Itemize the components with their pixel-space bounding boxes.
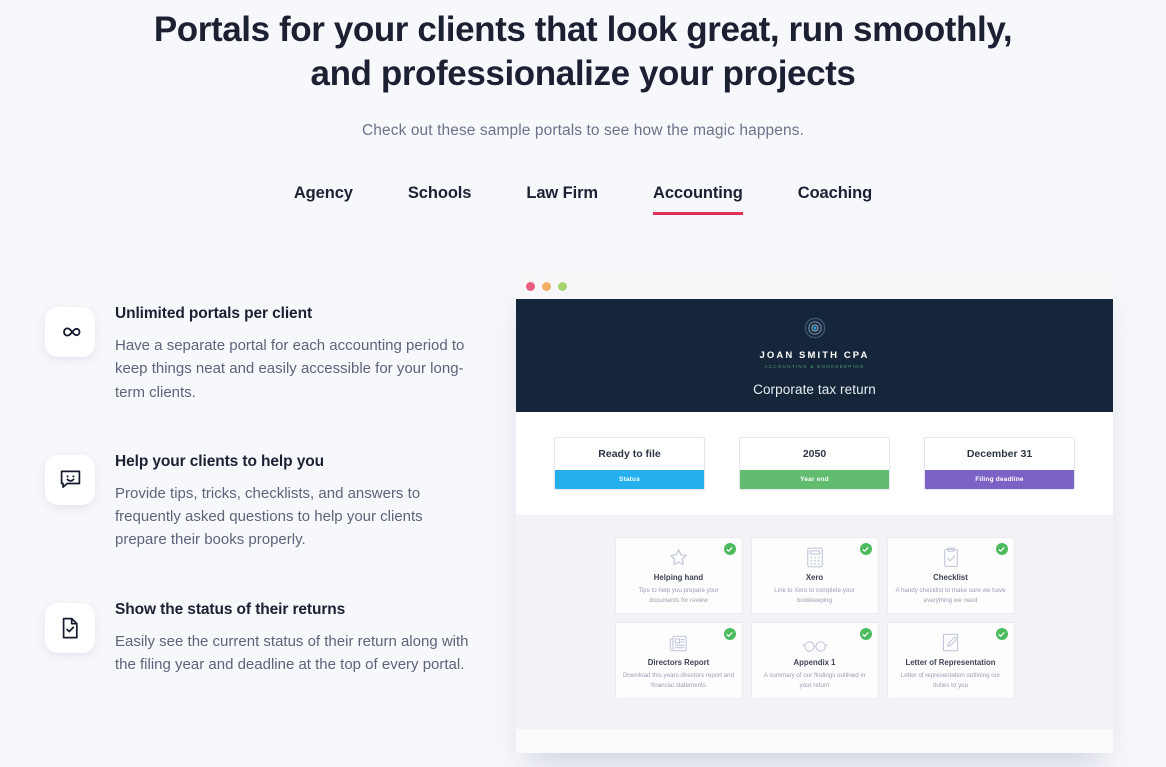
target-circles-icon	[802, 315, 828, 346]
check-circle-icon	[723, 543, 736, 555]
status-card-label: Year end	[740, 470, 889, 489]
feature-body: Show the status of their returns Easily …	[115, 599, 470, 677]
document-tiles-section: Helping hand Tips to help you prepare yo…	[516, 515, 1113, 729]
feature-text: Provide tips, tricks, checklists, and an…	[115, 484, 423, 549]
feature-item: Unlimited portals per client Have a sepa…	[45, 303, 470, 404]
status-card-label: Status	[555, 470, 704, 489]
page-subheadline: Check out these sample portals to see ho…	[362, 122, 804, 140]
status-card-status[interactable]: Ready to file Status	[554, 437, 705, 490]
portal-hero-title: Corporate tax return	[753, 381, 876, 397]
feature-title: Show the status of their returns	[115, 600, 346, 618]
portal-logo-name: JOAN SMITH CPA	[759, 349, 870, 361]
pencil-document-icon	[941, 631, 960, 653]
document-tile-appendix-1[interactable]: Appendix 1 A summary of our findings out…	[750, 622, 879, 699]
mockup-titlebar	[516, 273, 1113, 299]
document-tile-desc: A handy checklist to make sure we have e…	[895, 587, 1006, 604]
feature-body: Unlimited portals per client Have a sepa…	[115, 303, 470, 404]
feature-body: Help your clients to help you Provide ti…	[115, 451, 470, 552]
status-card-filing-deadline[interactable]: December 31 Filing deadline	[924, 437, 1075, 490]
document-tile-desc: Download this years directors report and…	[622, 672, 735, 689]
page-headline: Portals for your clients that look great…	[153, 10, 1013, 94]
document-tile-title: Letter of Representation	[905, 658, 996, 668]
document-tile-desc: Tips to help you prepare your documents …	[638, 587, 719, 604]
status-card-value: 2050	[802, 448, 827, 460]
document-tile-desc: A summary of our findings outlined in yo…	[763, 672, 866, 689]
portal-hero: JOAN SMITH CPA ACCOUNTING & BOOKKEEPING …	[516, 299, 1113, 412]
document-check-icon	[45, 602, 95, 653]
check-circle-icon	[995, 628, 1008, 640]
document-tile-checklist[interactable]: Checklist A handy checklist to make sure…	[886, 537, 1015, 614]
portal-preview-mockup: JOAN SMITH CPA ACCOUNTING & BOOKKEEPING …	[516, 273, 1113, 753]
feature-title: Help your clients to help you	[115, 452, 324, 470]
clipboard-check-icon	[942, 546, 960, 568]
window-dot-close-icon[interactable]	[526, 281, 535, 291]
document-tile-grid: Helping hand Tips to help you prepare yo…	[614, 537, 1015, 699]
status-card-label: Filing deadline	[925, 470, 1074, 489]
chat-smiley-icon	[45, 454, 95, 505]
feature-text: Have a separate portal for each accounti…	[115, 337, 465, 401]
document-tile-title: Directors Report	[647, 658, 710, 668]
feature-item: Show the status of their returns Easily …	[45, 599, 470, 677]
newspaper-icon	[668, 631, 690, 653]
window-dot-minimize-icon[interactable]	[542, 281, 551, 291]
tab-accounting[interactable]: Accounting	[653, 184, 743, 216]
tab-coaching[interactable]: Coaching	[798, 184, 872, 215]
document-tile-helping-hand[interactable]: Helping hand Tips to help you prepare yo…	[614, 537, 743, 614]
tab-schools[interactable]: Schools	[408, 184, 472, 215]
window-dot-maximize-icon[interactable]	[558, 281, 567, 291]
document-tile-title: Checklist	[933, 573, 968, 583]
document-tile-desc: Link to Xero to complete your bookkeepin…	[774, 587, 855, 604]
status-card-row: Ready to file Status 2050 Year end Decem…	[516, 412, 1113, 515]
status-card-value: December 31	[966, 448, 1033, 460]
document-tile-title: Appendix 1	[793, 658, 836, 668]
portal-category-tabs: Agency Schools Law Firm Accounting Coach…	[0, 184, 1166, 216]
star-icon	[668, 546, 689, 568]
feature-list: Unlimited portals per client Have a sepa…	[45, 303, 470, 723]
status-card-year-end[interactable]: 2050 Year end	[739, 437, 890, 490]
check-circle-icon	[723, 628, 736, 640]
feature-text: Easily see the current status of their r…	[115, 632, 469, 673]
document-tile-desc: Letter of representation outlining our d…	[900, 672, 1001, 689]
infinity-icon	[45, 307, 95, 357]
check-circle-icon	[859, 628, 872, 640]
calculator-icon	[806, 546, 824, 568]
document-tile-xero[interactable]: Xero Link to Xero to complete your bookk…	[750, 537, 879, 614]
tab-agency[interactable]: Agency	[294, 184, 353, 215]
feature-item: Help your clients to help you Provide ti…	[45, 451, 470, 552]
document-tile-directors-report[interactable]: Directors Report Download this years dir…	[614, 622, 743, 699]
tab-law-firm[interactable]: Law Firm	[526, 184, 598, 215]
document-tile-title: Xero	[805, 573, 824, 583]
page-root: Portals for your clients that look great…	[0, 8, 1166, 767]
document-tile-letter-of-representation[interactable]: Letter of Representation Letter of repre…	[886, 622, 1015, 699]
document-tile-title: Helping hand	[653, 573, 704, 583]
check-circle-icon	[859, 543, 872, 555]
status-card-value: Ready to file	[598, 448, 661, 460]
glasses-icon	[801, 631, 828, 653]
check-circle-icon	[995, 543, 1008, 555]
feature-title: Unlimited portals per client	[115, 305, 313, 322]
portal-logo-tagline: ACCOUNTING & BOOKKEEPING	[764, 363, 865, 369]
